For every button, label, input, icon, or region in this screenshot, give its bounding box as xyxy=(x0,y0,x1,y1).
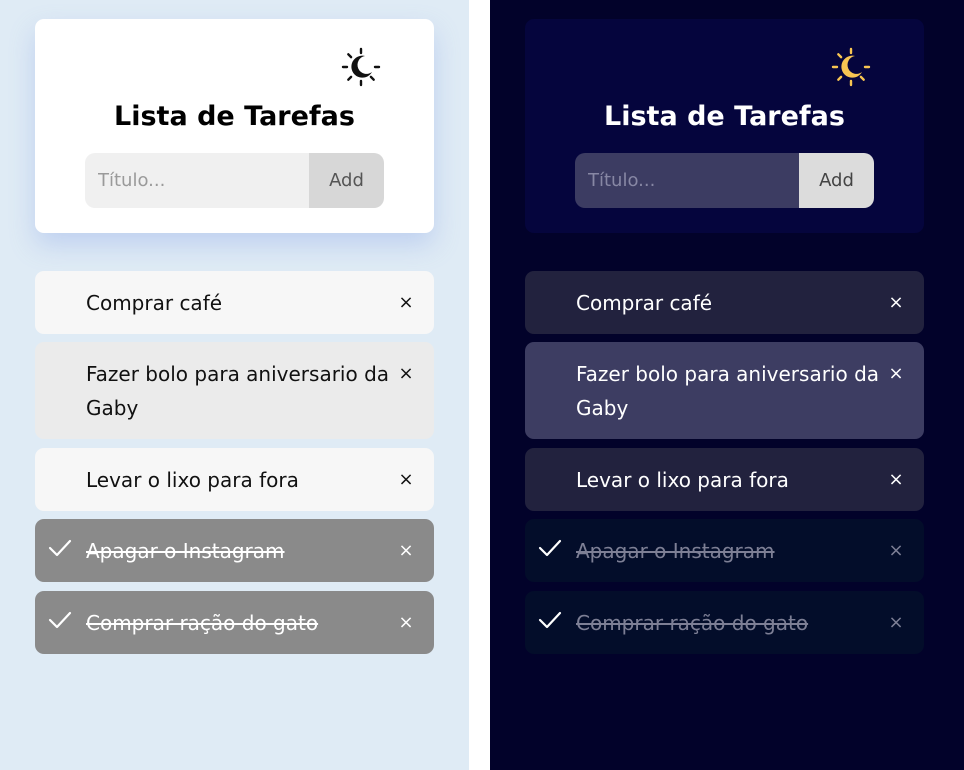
task-label: Fazer bolo para aniversario da Gaby xyxy=(576,362,880,420)
moon-sun-icon xyxy=(341,47,381,87)
page-title: Lista de Tarefas xyxy=(114,101,355,132)
task-label: Comprar café xyxy=(86,291,223,315)
checkmark-icon xyxy=(538,539,562,557)
task-item[interactable]: Comprar café × xyxy=(525,271,924,334)
delete-task-button[interactable]: × xyxy=(397,467,415,493)
task-label: Levar o lixo para fora xyxy=(86,468,299,492)
add-button[interactable]: Add xyxy=(799,153,874,208)
header-card: Lista de Tarefas Add xyxy=(525,19,924,233)
checkmark-icon xyxy=(48,539,72,557)
task-title-input[interactable] xyxy=(575,153,799,208)
task-label: Comprar café xyxy=(576,291,713,315)
delete-task-button[interactable]: × xyxy=(397,361,415,387)
delete-task-button[interactable]: × xyxy=(397,610,415,636)
add-task-form: Add xyxy=(85,153,384,208)
add-button[interactable]: Add xyxy=(309,153,384,208)
task-item[interactable]: Fazer bolo para aniversario da Gaby × xyxy=(35,342,434,439)
task-item[interactable]: Comprar café × xyxy=(35,271,434,334)
task-item-completed[interactable]: Apagar o Instagram × xyxy=(525,519,924,582)
delete-task-button[interactable]: × xyxy=(887,290,905,316)
light-theme-panel: Lista de Tarefas Add Comprar café × Faze… xyxy=(0,0,469,770)
task-item[interactable]: Levar o lixo para fora × xyxy=(525,448,924,511)
checkmark-icon xyxy=(538,611,562,629)
delete-task-button[interactable]: × xyxy=(397,290,415,316)
theme-toggle-button[interactable] xyxy=(340,46,382,88)
task-label: Apagar o Instagram xyxy=(576,539,775,563)
task-label: Fazer bolo para aniversario da Gaby xyxy=(86,362,390,420)
checkmark-icon xyxy=(48,611,72,629)
add-task-form: Add xyxy=(575,153,874,208)
task-label: Comprar ração do gato xyxy=(86,611,319,635)
delete-task-button[interactable]: × xyxy=(397,538,415,564)
task-label: Levar o lixo para fora xyxy=(576,468,789,492)
task-item-completed[interactable]: Comprar ração do gato × xyxy=(35,591,434,654)
task-item[interactable]: Fazer bolo para aniversario da Gaby × xyxy=(525,342,924,439)
task-label: Comprar ração do gato xyxy=(576,611,809,635)
delete-task-button[interactable]: × xyxy=(887,361,905,387)
task-item-completed[interactable]: Apagar o Instagram × xyxy=(35,519,434,582)
delete-task-button[interactable]: × xyxy=(887,610,905,636)
task-item[interactable]: Levar o lixo para fora × xyxy=(35,448,434,511)
delete-task-button[interactable]: × xyxy=(887,538,905,564)
task-label: Apagar o Instagram xyxy=(86,539,285,563)
theme-toggle-button[interactable] xyxy=(830,46,872,88)
task-title-input[interactable] xyxy=(85,153,309,208)
header-card: Lista de Tarefas Add xyxy=(35,19,434,233)
page-title: Lista de Tarefas xyxy=(604,101,845,132)
task-item-completed[interactable]: Comprar ração do gato × xyxy=(525,591,924,654)
dark-theme-panel: Lista de Tarefas Add Comprar café × Faze… xyxy=(490,0,964,770)
moon-sun-icon xyxy=(831,47,871,87)
delete-task-button[interactable]: × xyxy=(887,467,905,493)
